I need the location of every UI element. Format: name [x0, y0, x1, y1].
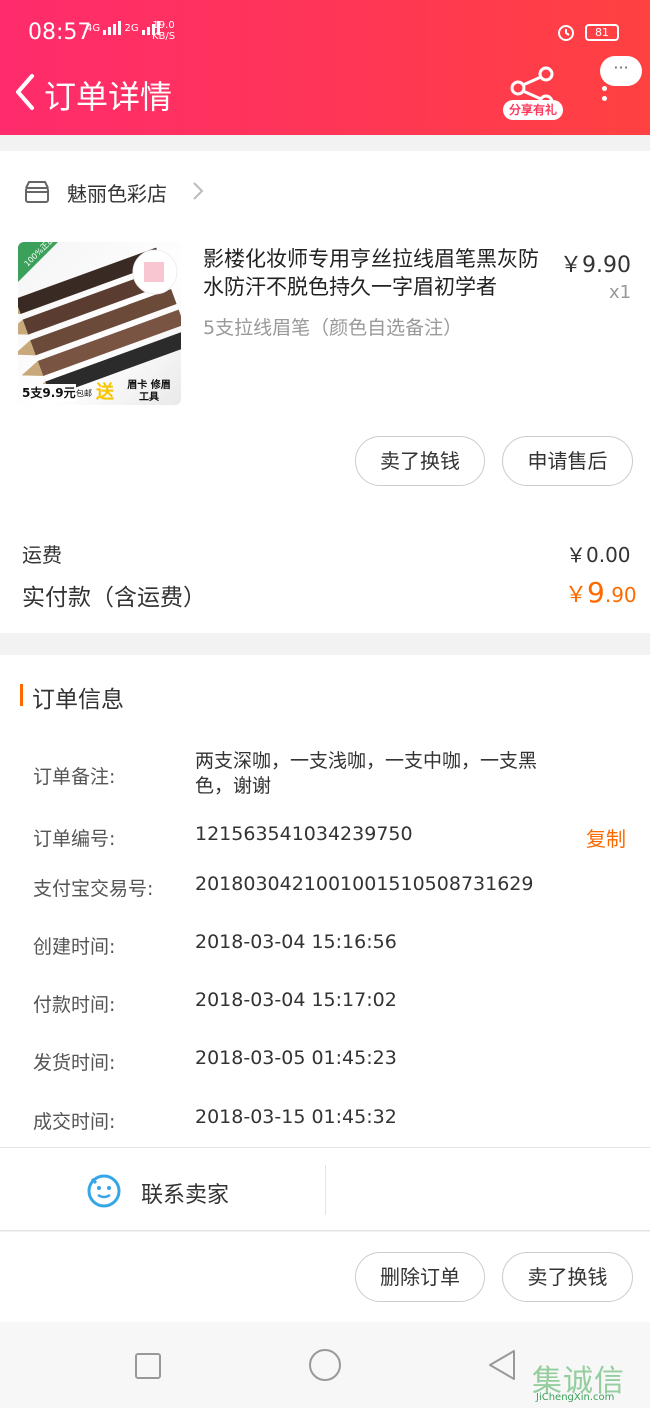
created-time-label: 创建时间: [33, 936, 116, 958]
net-speed: 19.0 KB/S [152, 20, 175, 42]
divider [325, 1165, 326, 1215]
nav-back-icon[interactable] [486, 1348, 518, 1382]
recent-apps-icon[interactable] [134, 1352, 162, 1380]
watermark-url: JiChengXin.com [536, 1392, 615, 1403]
paid-time-label: 付款时间: [33, 994, 116, 1016]
page-title: 订单详情 [44, 78, 173, 116]
product-sku: 5支拉线眉笔（颜色自选备注） [203, 317, 463, 339]
alipay-number-value: 2018030421001001510508731629 [195, 873, 534, 895]
message-bubble-button[interactable]: ··· [600, 56, 642, 86]
gift-label: 送 [96, 382, 114, 403]
battery-indicator: 81 [585, 24, 619, 41]
alarm-icon [558, 25, 574, 41]
chevron-right-icon[interactable] [192, 181, 204, 201]
completed-time-label: 成交时间: [33, 1111, 116, 1133]
alipay-number-label: 支付宝交易号: [33, 878, 154, 900]
back-arrow-icon[interactable] [12, 70, 40, 114]
paid-dec: .90 [604, 583, 637, 607]
chat-face-icon[interactable] [86, 1173, 122, 1209]
network-type-2: 2G [124, 23, 139, 34]
product-price: ￥9.90 [560, 253, 631, 278]
order-number-value: 121563541034239750 [195, 823, 413, 845]
order-number-label: 订单编号: [33, 828, 116, 850]
paid-label: 实付款（含运费） [22, 585, 206, 611]
product-thumbnail[interactable]: 100%正品 5支9.9元 包邮 送 眉卡 修眉工具 [18, 242, 181, 405]
status-time: 08:57 [28, 20, 92, 45]
paid-currency: ￥ [565, 583, 588, 608]
share-gift-button[interactable]: 分享有礼 [503, 100, 563, 120]
order-info-title: 订单信息 [32, 687, 124, 713]
section-accent-bar [20, 684, 23, 706]
status-bar: 08:57 4G 2G 19.0 KB/S 81 [0, 0, 650, 66]
paid-amount: ￥9.90 [565, 576, 637, 609]
signal-indicator: 4G 2G [86, 21, 160, 35]
signal-icon [103, 21, 122, 35]
shipped-time-value: 2018-03-05 01:45:23 [195, 1047, 397, 1069]
net-speed-unit: KB/S [152, 31, 176, 42]
sell-button[interactable]: 卖了换钱 [355, 436, 485, 486]
sell-button-bottom[interactable]: 卖了换钱 [502, 1252, 633, 1302]
created-time-value: 2018-03-04 15:16:56 [195, 931, 397, 953]
store-icon [25, 181, 49, 203]
copy-button[interactable]: 复制 [586, 823, 626, 852]
remark-value: 两支深咖，一支浅咖，一支中咖，一支黑色，谢谢 [195, 750, 538, 797]
remark-label: 订单备注: [33, 766, 116, 788]
promo-text: 5支9.9元 [22, 384, 76, 401]
home-icon[interactable] [308, 1348, 342, 1382]
top-header: 08:57 4G 2G 19.0 KB/S 81 订单详情 分享有礼 ··· [0, 0, 650, 135]
shipping-value: ￥0.00 [566, 543, 631, 567]
product-quantity: x1 [609, 282, 632, 303]
shipping-label: 运费 [22, 543, 62, 567]
product-title[interactable]: 影楼化妆师专用亨丝拉线眉笔黑灰防水防汗不脱色持久一字眉初学者 [203, 245, 553, 301]
net-speed-value: 19.0 [152, 20, 175, 31]
paid-time-value: 2018-03-04 15:17:02 [195, 989, 397, 1011]
paid-int: 9 [587, 576, 605, 609]
more-menu-icon[interactable] [602, 86, 608, 108]
completed-time-value: 2018-03-15 01:45:32 [195, 1106, 397, 1128]
gift-items: 眉卡 修眉工具 [127, 380, 171, 403]
after-sale-button[interactable]: 申请售后 [502, 436, 633, 486]
shipped-time-label: 发货时间: [33, 1052, 116, 1074]
shop-name[interactable]: 魅丽色彩店 [67, 178, 167, 207]
promo-text-2: 包邮 [76, 389, 92, 398]
contact-seller-button[interactable]: 联系卖家 [141, 1177, 229, 1209]
delete-order-button[interactable]: 删除订单 [355, 1252, 485, 1302]
network-type-1: 4G [86, 23, 101, 34]
